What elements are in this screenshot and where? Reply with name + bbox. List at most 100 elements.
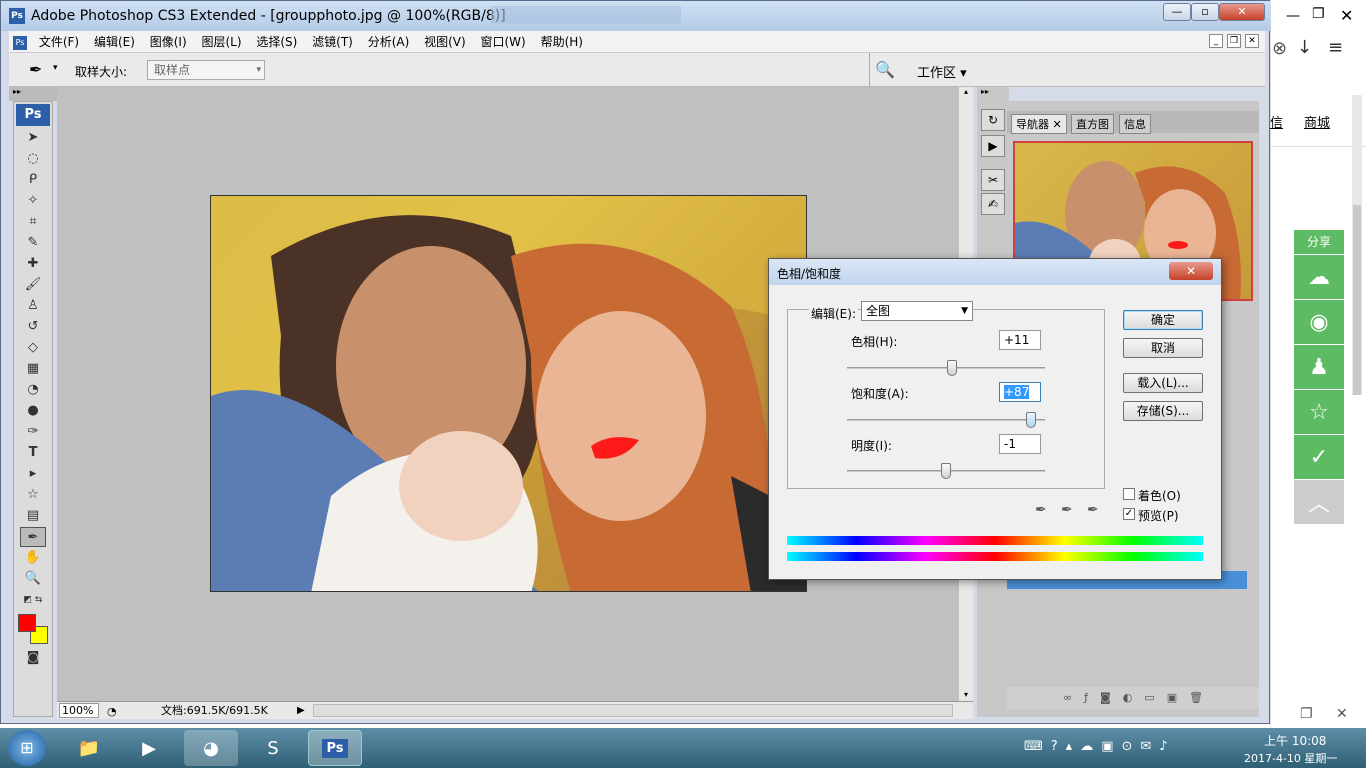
clipboard-icon[interactable]: ✓ [1294, 435, 1344, 479]
load-button[interactable]: 载入(L)... [1123, 373, 1203, 393]
brush-tool-icon[interactable]: 🖌 [20, 275, 46, 295]
menu-edit[interactable]: 编辑(E) [94, 31, 135, 53]
menu-layer[interactable]: 图层(L) [201, 31, 241, 53]
saturation-slider-thumb[interactable] [1026, 412, 1037, 428]
dodge-tool-icon[interactable]: ● [20, 401, 46, 421]
menu-filter[interactable]: 滤镜(T) [312, 31, 353, 53]
tab-info[interactable]: 信息 [1119, 114, 1151, 134]
pen-tool-icon[interactable]: ✑ [20, 422, 46, 442]
type-tool-icon[interactable]: T [20, 443, 46, 463]
toolbox-grip[interactable]: ▸▸ [9, 87, 57, 101]
sogou-icon[interactable]: S [246, 730, 300, 766]
lightness-input[interactable]: -1 [999, 434, 1041, 454]
ok-button[interactable]: 确定 [1123, 310, 1203, 330]
close-icon[interactable]: ⊗ [1272, 38, 1287, 59]
status-menu-arrow[interactable]: ▶ [297, 702, 305, 720]
back-to-top-icon[interactable]: ︿ [1294, 480, 1344, 524]
wechat-icon[interactable]: ☁ [1294, 255, 1344, 299]
swap-colors-icon[interactable]: ◩ ⇆ [20, 590, 46, 610]
star-icon[interactable]: ☆ [1294, 390, 1344, 434]
move-tool-icon[interactable]: ➤ [20, 128, 46, 148]
shape-tool-icon[interactable]: ☆ [20, 485, 46, 505]
slice-tool-icon[interactable]: ✎ [20, 233, 46, 253]
start-button[interactable]: ⊞ [8, 730, 46, 766]
magic-wand-icon[interactable]: ✧ [20, 191, 46, 211]
chevron-down-icon[interactable]: ▾ [53, 63, 58, 73]
doc-restore-button[interactable]: ❐ [1227, 34, 1241, 48]
maximize-button[interactable]: ▫ [1191, 3, 1219, 21]
brushes-icon[interactable]: ✍ [981, 193, 1005, 215]
explorer-icon[interactable]: 📁 [62, 730, 116, 766]
blur-tool-icon[interactable]: ◔ [20, 380, 46, 400]
gradient-tool-icon[interactable]: ▦ [20, 359, 46, 379]
menu-select[interactable]: 选择(S) [256, 31, 297, 53]
browser-taskbar-icon[interactable]: ◕ [184, 730, 238, 766]
tab-navigator[interactable]: 导航器 ✕ [1011, 114, 1067, 134]
lightness-slider-thumb[interactable] [941, 463, 951, 479]
eyedropper-plus-icon[interactable]: ✒ [1061, 502, 1073, 518]
restore-icon[interactable]: ❐ [1300, 706, 1313, 722]
eyedropper-tool-icon[interactable]: ✒ [20, 527, 46, 547]
browser-restore-button[interactable]: ❐ [1312, 6, 1325, 22]
browser-close-button[interactable]: ✕ [1340, 6, 1353, 25]
eyedropper-minus-icon[interactable]: ✒ [1087, 502, 1099, 518]
menu-help[interactable]: 帮助(H) [541, 31, 583, 53]
tab-histogram[interactable]: 直方图 [1071, 114, 1114, 134]
preview-checkbox[interactable]: ✓ [1123, 508, 1135, 520]
eraser-tool-icon[interactable]: ◇ [20, 338, 46, 358]
weibo-icon[interactable]: ◉ [1294, 300, 1344, 344]
eyedropper-icon[interactable]: ✒ [29, 60, 42, 79]
clock-time[interactable]: 上午 10:08 [1264, 732, 1326, 749]
sample-size-select[interactable]: 取样点 ▾ [147, 60, 265, 80]
saturation-input[interactable]: +87 [999, 382, 1041, 402]
colorize-checkbox[interactable] [1123, 488, 1135, 500]
zoom-tool-icon[interactable]: 🔍 [20, 569, 46, 589]
quick-mask-icon[interactable]: ◙ [20, 648, 46, 668]
browser-link-shop[interactable]: 商城 [1304, 112, 1330, 131]
menu-analysis[interactable]: 分析(A) [368, 31, 410, 53]
menu-image[interactable]: 图像(I) [150, 31, 187, 53]
actions-icon[interactable]: ▶ [981, 135, 1005, 157]
save-button[interactable]: 存储(S)... [1123, 401, 1203, 421]
saturation-slider-track[interactable] [847, 419, 1045, 421]
foreground-color-swatch[interactable] [18, 614, 36, 632]
status-icon[interactable]: ◔ [107, 703, 117, 721]
lasso-tool-icon[interactable]: ᑭ [20, 170, 46, 190]
tool-presets-icon[interactable]: ✂ [981, 169, 1005, 191]
browser-minimize-button[interactable]: — [1286, 8, 1300, 24]
document-photo[interactable] [210, 195, 807, 592]
menu-view[interactable]: 视图(V) [424, 31, 466, 53]
download-icon[interactable]: ↓ [1297, 37, 1312, 58]
browser-scrollbar[interactable] [1352, 95, 1362, 395]
healing-brush-icon[interactable]: ✚ [20, 254, 46, 274]
menu-window[interactable]: 窗口(W) [481, 31, 526, 53]
stamp-tool-icon[interactable]: ♙ [20, 296, 46, 316]
menu-file[interactable]: 文件(F) [39, 31, 79, 53]
dialog-close-button[interactable]: ✕ [1169, 262, 1213, 280]
close-icon[interactable]: ✕ [1336, 706, 1348, 722]
qq-icon[interactable]: ♟ [1294, 345, 1344, 389]
notes-tool-icon[interactable]: ▤ [20, 506, 46, 526]
marquee-tool-icon[interactable]: ◌ [20, 149, 46, 169]
edit-select[interactable]: 全图 ▼ [861, 301, 973, 321]
media-player-icon[interactable]: ▶ [122, 730, 176, 766]
hue-input[interactable]: +11 [999, 330, 1041, 350]
tray-icons[interactable]: ⌨?▴☁▣⊙✉♪ [1024, 739, 1176, 754]
close-button[interactable]: ✕ [1219, 3, 1265, 21]
layers-footer-icons[interactable]: ∞ƒ◙◐▭▣🗑 [1007, 687, 1259, 709]
history-brush-icon[interactable]: ↺ [20, 317, 46, 337]
photoshop-taskbar-icon[interactable]: Ps [308, 730, 362, 766]
clock-date[interactable]: 2017-4-10 星期一 [1244, 750, 1337, 766]
browser-link-xin[interactable]: 信 [1270, 112, 1283, 131]
eyedropper-icon[interactable]: ✒ [1035, 502, 1047, 518]
cancel-button[interactable]: 取消 [1123, 338, 1203, 358]
path-select-icon[interactable]: ▸ [20, 464, 46, 484]
file-browser-icon[interactable]: 🔍 [875, 60, 895, 79]
minimize-button[interactable]: — [1163, 3, 1191, 21]
history-icon[interactable]: ↻ [981, 109, 1005, 131]
crop-tool-icon[interactable]: ⌗ [20, 212, 46, 232]
hand-tool-icon[interactable]: ✋ [20, 548, 46, 568]
menu-icon[interactable]: ≡ [1328, 37, 1343, 58]
zoom-field[interactable]: 100% [59, 703, 99, 718]
doc-minimize-button[interactable]: _ [1209, 34, 1223, 48]
